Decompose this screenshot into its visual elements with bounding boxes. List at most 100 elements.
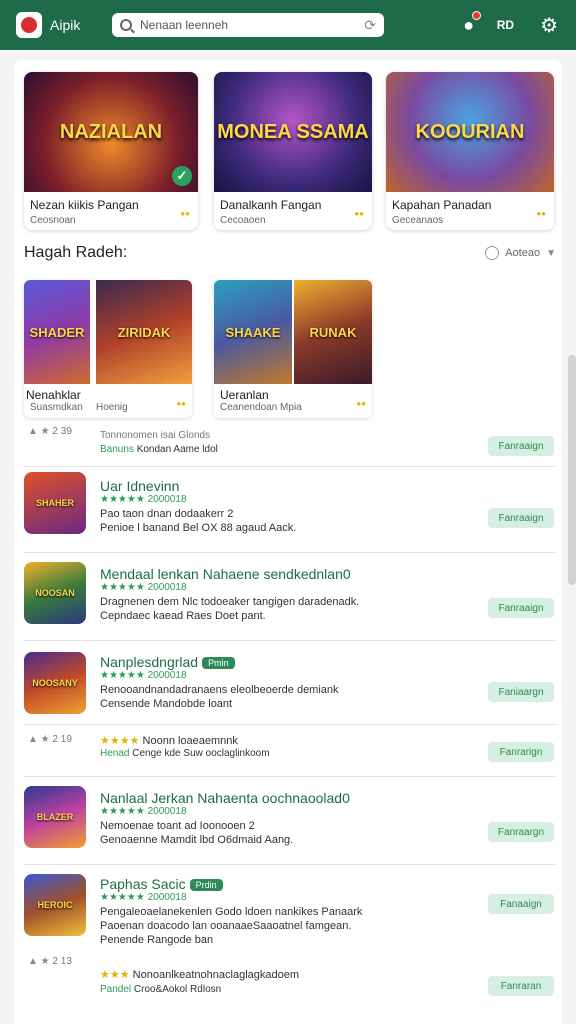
tile-art-label: RUNAK — [309, 324, 357, 340]
game-icon-label: NOOSANY — [32, 678, 78, 688]
game-title: Nanlaal Jerkan Nahaenta oochnaoolad0 — [100, 790, 350, 806]
game-desc: Pao taon dnan dodaakerr 2 — [100, 508, 234, 520]
game-title-text: Nanplesdngrlad — [100, 654, 199, 670]
game-icon-label: BLAZER — [36, 812, 74, 822]
divider — [24, 552, 556, 553]
gear-icon[interactable]: ⚙ — [540, 13, 558, 38]
header-right-text[interactable]: RD — [497, 18, 514, 32]
meta-line: Henad Cenge kde Suw ooclaglinkoom — [100, 748, 270, 759]
get-button[interactable]: Fanrarign — [488, 742, 554, 762]
game-title: Paphas Sacic Prdin — [100, 876, 223, 892]
tile-art-label: SHADER — [29, 324, 85, 340]
game-desc: Dragnenen dem Nlc todoeaker tangigen dar… — [100, 596, 360, 608]
featured-card-2[interactable]: MONEA SSAMA Danalkanh Fangan Cecoaoen ●● — [214, 72, 372, 230]
star-rating: ★★★★★ 2000018 — [100, 892, 187, 903]
meta-text: Kondan Aame ldol — [136, 444, 218, 455]
rating-meta: ▲ ★ 2 39 — [28, 426, 72, 437]
get-button[interactable]: Fanaaign — [488, 894, 554, 914]
game-desc: Penioe l banand Bel OX 88 agaud Aack. — [100, 522, 297, 534]
tile-art: SHAAKE — [214, 280, 292, 384]
get-button[interactable]: Fanraaign — [488, 598, 554, 618]
meta-text: Croo&Aokol Rdlosn — [133, 984, 222, 995]
notification-badge — [471, 10, 481, 20]
game-tile-1[interactable]: SHADER ZIRIDAK Nenahklar Suasmdkan Hoeni… — [24, 280, 192, 418]
featured-art-label: MONEA SSAMA — [217, 120, 369, 143]
tile-art: ZIRIDAK — [96, 280, 192, 384]
search-input[interactable] — [140, 18, 365, 32]
game-icon: SHAHER — [24, 472, 86, 534]
rating-value: 2 19 — [52, 734, 72, 745]
game-title: Mendaal lenkan Nahaene sendkednlan0 — [100, 566, 351, 582]
tile-art: RUNAK — [294, 280, 372, 384]
featured-subtitle: Ceosnoan — [30, 215, 76, 226]
star-rating: ★★★★★ 2000018 — [100, 806, 187, 817]
get-button[interactable]: Fanraaign — [488, 508, 554, 528]
divider — [24, 640, 556, 641]
get-button[interactable]: Faniaargn — [488, 682, 554, 702]
game-title: Nanplesdngrlad Pmin — [100, 654, 235, 670]
dots-icon: ●● — [176, 399, 186, 408]
app-name: Aipik — [50, 17, 81, 33]
tile-art-label: SHAAKE — [225, 324, 281, 340]
tile-subtitle: Suasmdkan — [30, 402, 83, 413]
logo-icon — [21, 17, 37, 33]
app-logo[interactable] — [16, 12, 42, 38]
game-desc: Paoenan doacodo lan ooanaaeSaaoatnel fam… — [100, 920, 352, 932]
get-button[interactable]: Fanraran — [488, 976, 554, 996]
game-desc: Censende Mandobde loant — [100, 698, 233, 710]
meta-stars: ★★★★ — [100, 735, 140, 747]
star-rating: ★★★★★ 2000018 — [100, 670, 187, 681]
game-icon-label: NOOSAN — [35, 588, 75, 598]
meta-green-label: Henad — [100, 748, 130, 759]
scrollbar[interactable] — [568, 355, 576, 585]
refresh-icon[interactable]: ⟳ — [364, 17, 376, 34]
tile-art: SHADER — [24, 280, 90, 384]
game-icon-label: SHAHER — [35, 498, 74, 508]
featured-subtitle: Geceanaos — [392, 215, 444, 226]
list-item[interactable]: BLAZER Nanlaal Jerkan Nahaenta oochnaool… — [14, 786, 562, 866]
featured-card-3[interactable]: KOOURIAN Kapahan Panadan Geceanaos ●● — [386, 72, 554, 230]
meta-green-label: Banuns — [100, 444, 134, 455]
notification-icon[interactable]: ● — [457, 10, 481, 36]
featured-title: Danalkanh Fangan — [220, 198, 322, 212]
rating-value: 2 39 — [52, 426, 72, 437]
rating-meta: ▲ ★ 2 19 — [28, 734, 72, 745]
featured-art-label: NAZIALAN — [59, 120, 163, 143]
get-button[interactable]: Fanraaign — [488, 436, 554, 456]
game-desc: Penende Rangode ban — [100, 934, 214, 946]
game-title-text: Paphas Sacic — [100, 876, 186, 892]
star-rating: ★★★★★ 2000018 — [100, 494, 187, 505]
meta-line: ★★★★ Noonn loaeaemnnk — [100, 734, 238, 747]
search-icon — [120, 19, 132, 31]
game-desc: Cepndaec kaead Raes Doet pant. — [100, 610, 266, 622]
rating-value: 2 13 — [52, 956, 72, 967]
get-button[interactable]: Fanraargn — [488, 822, 554, 842]
featured-card-1[interactable]: NAZIALAN ✓ Nezan kiikis Pangan Ceosnoan … — [24, 72, 198, 230]
search-bar[interactable]: ⟳ — [112, 13, 384, 37]
dots-icon: ●● — [354, 209, 364, 218]
list-item[interactable]: NOOSAN Mendaal lenkan Nahaene sendkednla… — [14, 562, 562, 642]
sort-label: Aoteao — [505, 247, 541, 259]
game-title-text: Uar Idnevinn — [100, 478, 180, 494]
game-icon: NOOSANY — [24, 652, 86, 714]
featured-subtitle: Cecoaoen — [220, 215, 266, 226]
top-bar: Aipik ⟳ ● RD ⚙ — [0, 0, 576, 50]
game-icon: NOOSAN — [24, 562, 86, 624]
featured-art-2: MONEA SSAMA — [214, 72, 372, 192]
list-item[interactable]: HEROIC Paphas Sacic Prdin ★★★★★ 2000018 P… — [14, 874, 562, 954]
section-title: Hagah Radeh: — [24, 244, 128, 261]
game-title-text: Nanlaal Jerkan Nahaenta oochnaoolad0 — [100, 790, 350, 806]
list-item[interactable]: NOOSANY Nanplesdngrlad Pmin ★★★★★ 2000018… — [14, 652, 562, 726]
list-item[interactable]: SHAHER Uar Idnevinn ★★★★★ 2000018 Pao ta… — [14, 472, 562, 552]
game-desc: Pengaleoaelanekenlen Godo ldoen nankikes… — [100, 906, 363, 918]
game-title: Uar Idnevinn — [100, 478, 179, 494]
sort-dropdown[interactable]: Aoteao ▼ — [485, 246, 556, 260]
dots-icon: ●● — [536, 209, 546, 218]
meta-line: Pandel Croo&Aokol Rdlosn — [100, 984, 221, 995]
featured-art-3: KOOURIAN — [386, 72, 554, 192]
meta-line: Tonnonomen isai Glonds — [100, 430, 211, 441]
tile-title: Nenahklar — [26, 388, 81, 402]
thumb-up-icon: ▲ ★ — [28, 956, 50, 967]
meta-text: Noonn loaeaemnnk — [142, 735, 238, 747]
game-tile-2[interactable]: SHAAKE RUNAK Ueranlan Ceanendoan Mpia ●● — [214, 280, 372, 418]
